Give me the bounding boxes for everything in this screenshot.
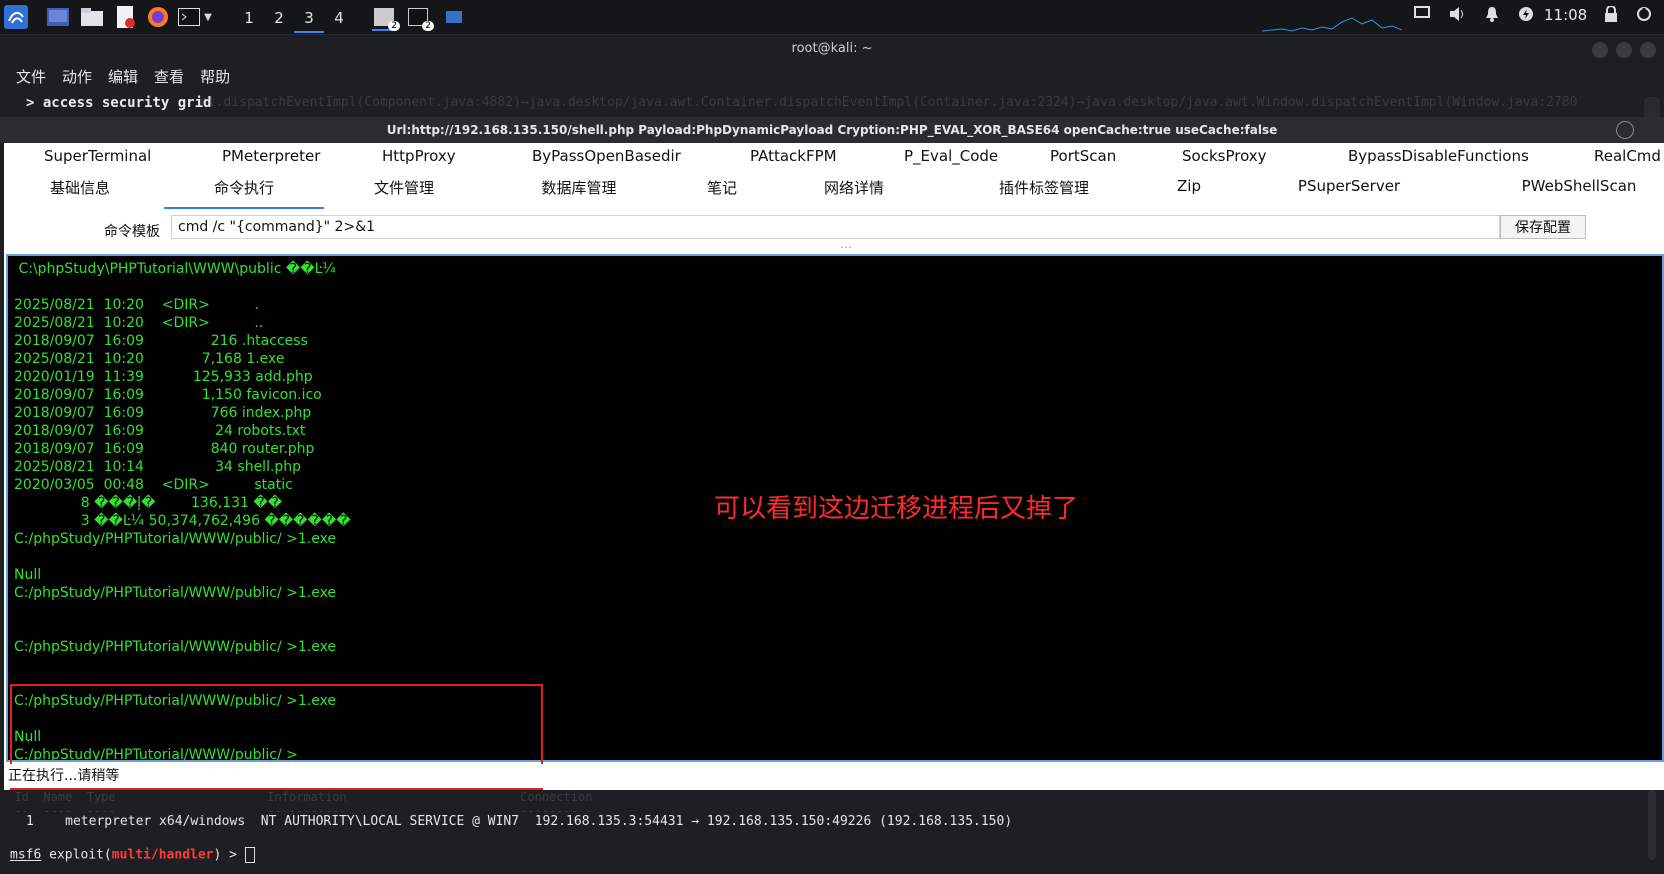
- tab-plugin-tag-manager[interactable]: 插件标签管理: [974, 177, 1114, 207]
- annotation-text: 可以看到这边迁移进程后又掉了: [714, 494, 1079, 524]
- terminal-title: root@kali: ~: [0, 36, 1664, 62]
- maximize-button[interactable]: [1616, 42, 1632, 58]
- taskbar: ▼ 1 2 3 4 2 2 11:08: [0, 0, 1664, 35]
- terminal-prompt: > access security grid: [26, 95, 212, 111]
- firefox-icon[interactable]: [146, 5, 170, 29]
- tab-realcmd[interactable]: RealCmd: [1594, 147, 1661, 173]
- clock[interactable]: 11:08: [1544, 6, 1587, 24]
- notification-bell-icon[interactable]: [1484, 6, 1500, 26]
- tab-network-details[interactable]: 网络详情: [804, 177, 904, 207]
- app-close-button[interactable]: [1616, 121, 1634, 139]
- msf-prompt-prefix: msf6: [10, 847, 42, 863]
- tab-psuperserver[interactable]: PSuperServer: [1284, 177, 1414, 207]
- tab-bypassopenbasedir[interactable]: ByPassOpenBasedir: [532, 147, 681, 173]
- file-manager-icon[interactable]: [80, 5, 104, 29]
- task-badge-b: 2: [422, 21, 434, 31]
- tab-pattackfpm[interactable]: PAttackFPM: [750, 147, 837, 173]
- splitter-handle[interactable]: ⋯: [840, 240, 852, 254]
- msf-prompt[interactable]: msf6 exploit(multi/handler) >: [10, 847, 255, 863]
- terminal-background-text: nt.dispatchEventImpl(Component.java:4882…: [200, 95, 1578, 110]
- tab-notes[interactable]: 笔记: [692, 177, 752, 207]
- display-icon[interactable]: [1414, 6, 1430, 24]
- save-config-button[interactable]: 保存配置: [1500, 215, 1586, 239]
- msf-prompt-mid: exploit(: [41, 847, 112, 863]
- menu-view[interactable]: 查看: [154, 66, 184, 90]
- app-title: Url:http://192.168.135.150/shell.php Pay…: [0, 117, 1664, 143]
- minimize-button[interactable]: [1592, 42, 1608, 58]
- msf-prompt-end: ) >: [213, 847, 245, 863]
- tab-bypassdisablefunctions[interactable]: BypassDisableFunctions: [1348, 147, 1529, 173]
- menu-file[interactable]: 文件: [16, 66, 46, 90]
- tab-p-eval-code[interactable]: P_Eval_Code: [904, 147, 998, 173]
- power-status-icon[interactable]: [1518, 6, 1534, 26]
- status-bar: 正在执行...请稍等: [4, 764, 1664, 788]
- tab-superterminal[interactable]: SuperTerminal: [44, 147, 151, 173]
- volume-icon[interactable]: [1448, 6, 1466, 26]
- cursor: [244, 847, 255, 863]
- tab-file-manager[interactable]: 文件管理: [344, 177, 464, 207]
- tab-httpproxy[interactable]: HttpProxy: [382, 147, 456, 173]
- menu-action[interactable]: 动作: [62, 66, 92, 90]
- terminal-menubar: 文件 动作 编辑 查看 帮助: [16, 66, 230, 90]
- tab-pmeterpreter[interactable]: PMeterpreter: [222, 147, 320, 173]
- desktop-icon[interactable]: [46, 5, 70, 29]
- terminal-launcher-icon[interactable]: ▼: [178, 5, 212, 29]
- kali-menu-icon[interactable]: [4, 5, 28, 29]
- menu-edit[interactable]: 编辑: [108, 66, 138, 90]
- msf-prompt-module: multi/handler: [111, 847, 214, 863]
- task-terminal[interactable]: 2: [406, 5, 434, 31]
- msf-scrollbar[interactable]: [1648, 790, 1656, 860]
- close-button[interactable]: [1640, 42, 1656, 58]
- workspace-1[interactable]: 1: [234, 5, 264, 31]
- task-badge-a: 2: [388, 21, 400, 31]
- command-template-input[interactable]: cmd /c "{command}" 2>&1: [171, 215, 1500, 239]
- menu-help[interactable]: 帮助: [200, 66, 230, 90]
- task-app-a[interactable]: 2: [372, 5, 400, 31]
- workspace-4[interactable]: 4: [324, 5, 354, 31]
- workspace-3[interactable]: 3: [294, 5, 324, 33]
- chevron-down-icon[interactable]: ▼: [204, 12, 212, 23]
- logout-icon[interactable]: [1636, 6, 1652, 26]
- tab-command-exec[interactable]: 命令执行: [164, 177, 324, 209]
- workspace-2[interactable]: 2: [264, 5, 294, 31]
- tab-socksproxy[interactable]: SocksProxy: [1182, 147, 1267, 173]
- msf-console[interactable]: Id Name Type Information Connection -- -…: [0, 790, 1664, 874]
- network-activity-graph: [1261, 14, 1403, 32]
- msf-session-row: 1 meterpreter x64/windows NT AUTHORITY\L…: [26, 814, 1013, 829]
- folder-icon[interactable]: [442, 5, 466, 29]
- text-editor-icon[interactable]: [114, 5, 138, 29]
- command-template-label: 命令模板: [104, 224, 160, 240]
- tab-pwebshellscan[interactable]: PWebShellScan: [1504, 177, 1654, 207]
- tab-portscan[interactable]: PortScan: [1050, 147, 1116, 173]
- tab-basic-info[interactable]: 基础信息: [20, 177, 140, 207]
- tab-zip[interactable]: Zip: [1164, 177, 1214, 207]
- lock-icon[interactable]: [1604, 5, 1618, 26]
- tab-database-manager[interactable]: 数据库管理: [514, 177, 644, 207]
